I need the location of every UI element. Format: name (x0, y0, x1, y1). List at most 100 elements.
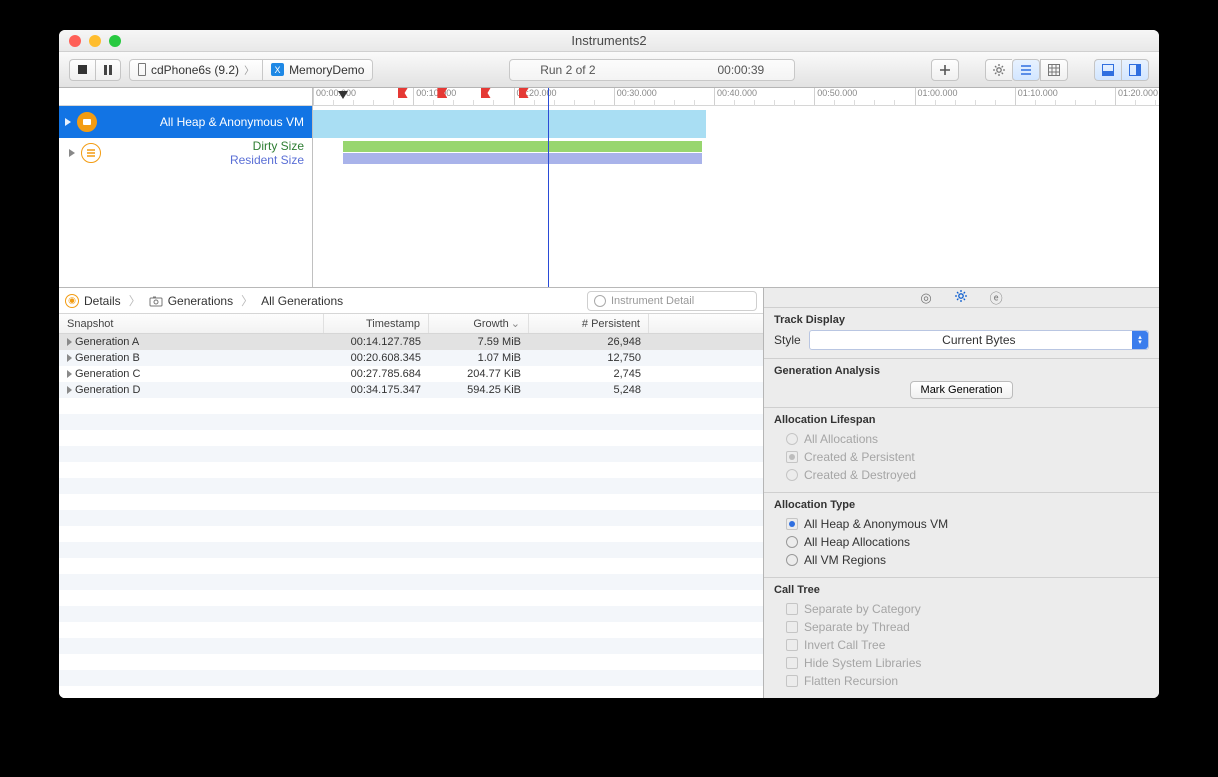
camera-icon (149, 295, 163, 307)
playhead-line[interactable] (548, 88, 549, 287)
path-details[interactable]: ◉Details (65, 294, 121, 308)
details-icon: ◉ (65, 294, 79, 308)
app-segment[interactable]: X MemoryDemo (263, 59, 373, 81)
instrument-search[interactable]: Instrument Detail (587, 291, 757, 311)
generation-flag-icon[interactable] (437, 88, 447, 101)
table-row[interactable]: Generation B00:20.608.3451.07 MiB12,750 (59, 350, 763, 366)
path-all-generations[interactable]: All Generations (261, 294, 343, 308)
path-bar: ◉Details 〉 Generations 〉 All Generations… (59, 288, 763, 314)
table-row (59, 430, 763, 446)
device-label: cdPhone6s (9.2) (151, 63, 239, 77)
col-timestamp[interactable]: Timestamp (324, 314, 429, 333)
bottom-panel-icon (1101, 63, 1115, 77)
path-generations[interactable]: Generations (149, 294, 233, 308)
track-allocations[interactable]: All Heap & Anonymous VM (59, 106, 312, 138)
col-snapshot[interactable]: Snapshot (59, 314, 324, 333)
table-row (59, 414, 763, 430)
time-ruler[interactable]: 00:00.00000:10.00000:20.00000:30.00000:4… (313, 88, 1159, 106)
dirty-bar (343, 141, 703, 152)
track-vmtrack[interactable]: Dirty Size Resident Size (59, 138, 312, 168)
detail-pane: ◉Details 〉 Generations 〉 All Generations… (59, 288, 764, 698)
zoom-icon[interactable] (109, 35, 121, 47)
opt-separate-category: Separate by Category (774, 600, 1149, 618)
strategy-grid-button[interactable] (1040, 59, 1068, 81)
vmtrack-icon (81, 143, 101, 163)
col-growth[interactable]: Growth⌄ (429, 314, 529, 333)
opt-heap-allocations[interactable]: All Heap Allocations (774, 533, 1149, 551)
section-generation-analysis: Generation Analysis Mark Generation (764, 359, 1159, 408)
section-title: Call Tree (774, 584, 1149, 596)
stop-button[interactable] (69, 59, 95, 81)
generation-flag-icon[interactable] (481, 88, 491, 101)
detail-panel-button[interactable] (1094, 59, 1121, 81)
device-segment[interactable]: cdPhone6s (9.2) 〉 (129, 59, 263, 81)
list-icon (1019, 63, 1033, 77)
table-row (59, 558, 763, 574)
close-icon[interactable] (69, 35, 81, 47)
tab-extended-icon[interactable]: ⓔ (990, 288, 1003, 307)
playhead-icon[interactable] (338, 91, 348, 99)
elapsed-time: 00:00:39 (718, 63, 765, 77)
target-selector[interactable]: cdPhone6s (9.2) 〉 X MemoryDemo (129, 59, 373, 81)
disclosure-icon[interactable] (67, 354, 72, 362)
table-body[interactable]: Generation A00:14.127.7857.59 MiB26,948G… (59, 334, 763, 698)
disclosure-icon[interactable] (67, 386, 72, 394)
resident-size-label: Resident Size (230, 153, 304, 167)
strategy-list-button[interactable] (1012, 59, 1040, 81)
table-row[interactable]: Generation D00:34.175.347594.25 KiB5,248 (59, 382, 763, 398)
add-button[interactable] (931, 59, 959, 81)
table-row (59, 510, 763, 526)
stop-icon (78, 65, 87, 74)
table-row (59, 590, 763, 606)
opt-invert-call-tree: Invert Call Tree (774, 636, 1149, 654)
chevron-right-icon: 〉 (241, 292, 253, 309)
vm-lane (313, 138, 1159, 168)
table-row (59, 606, 763, 622)
window-controls (69, 35, 121, 47)
opt-vm-regions[interactable]: All VM Regions (774, 551, 1149, 569)
section-title: Allocation Lifespan (774, 414, 1149, 426)
tab-summary-icon[interactable]: ◎ (920, 290, 931, 306)
table-row (59, 478, 763, 494)
disclosure-icon[interactable] (67, 370, 72, 378)
record-controls (69, 59, 121, 81)
style-select[interactable]: Current Bytes ▴▾ (809, 330, 1149, 350)
table-row (59, 446, 763, 462)
table-row[interactable]: Generation A00:14.127.7857.59 MiB26,948 (59, 334, 763, 350)
lower-split: ◉Details 〉 Generations 〉 All Generations… (59, 288, 1159, 698)
plus-icon (938, 63, 952, 77)
disclosure-icon[interactable] (69, 149, 77, 157)
tab-settings-icon[interactable] (954, 289, 968, 306)
allocations-icon (77, 112, 97, 132)
tracks-area: All Heap & Anonymous VM Dirty Size Resid… (59, 88, 1159, 288)
mark-generation-button[interactable]: Mark Generation (910, 381, 1014, 399)
strategy-gear-button[interactable] (985, 59, 1012, 81)
inspector-pane: ◎ ⓔ Track Display Style Current Bytes ▴▾… (764, 288, 1159, 698)
table-header: Snapshot Timestamp Growth⌄ # Persistent (59, 314, 763, 334)
toolbar: cdPhone6s (9.2) 〉 X MemoryDemo Run 2 of … (59, 52, 1159, 88)
track-plot[interactable]: 00:00.00000:10.00000:20.00000:30.00000:4… (313, 88, 1159, 287)
inspector-panel-button[interactable] (1121, 59, 1149, 81)
table-row (59, 622, 763, 638)
right-panel-icon (1128, 63, 1142, 77)
opt-separate-thread: Separate by Thread (774, 618, 1149, 636)
section-call-tree: Call Tree Separate by Category Separate … (764, 578, 1159, 698)
table-row (59, 542, 763, 558)
minimize-icon[interactable] (89, 35, 101, 47)
generation-flag-icon[interactable] (398, 88, 408, 101)
generation-flag-icon[interactable] (519, 88, 529, 101)
section-allocation-lifespan: Allocation Lifespan All Allocations Crea… (764, 408, 1159, 493)
col-persistent[interactable]: # Persistent (529, 314, 649, 333)
track-labels: All Heap & Anonymous VM Dirty Size Resid… (59, 88, 313, 287)
table-row (59, 462, 763, 478)
gear-icon (954, 289, 968, 303)
disclosure-icon[interactable] (67, 338, 72, 346)
table-row[interactable]: Generation C00:27.785.684204.77 KiB2,745 (59, 366, 763, 382)
opt-heap-anon-vm[interactable]: All Heap & Anonymous VM (774, 515, 1149, 533)
run-status[interactable]: Run 2 of 2 00:00:39 (509, 59, 795, 81)
table-row (59, 494, 763, 510)
pause-button[interactable] (95, 59, 121, 81)
disclosure-icon[interactable] (65, 118, 73, 126)
search-placeholder: Instrument Detail (611, 295, 694, 307)
section-title: Track Display (774, 314, 1149, 326)
